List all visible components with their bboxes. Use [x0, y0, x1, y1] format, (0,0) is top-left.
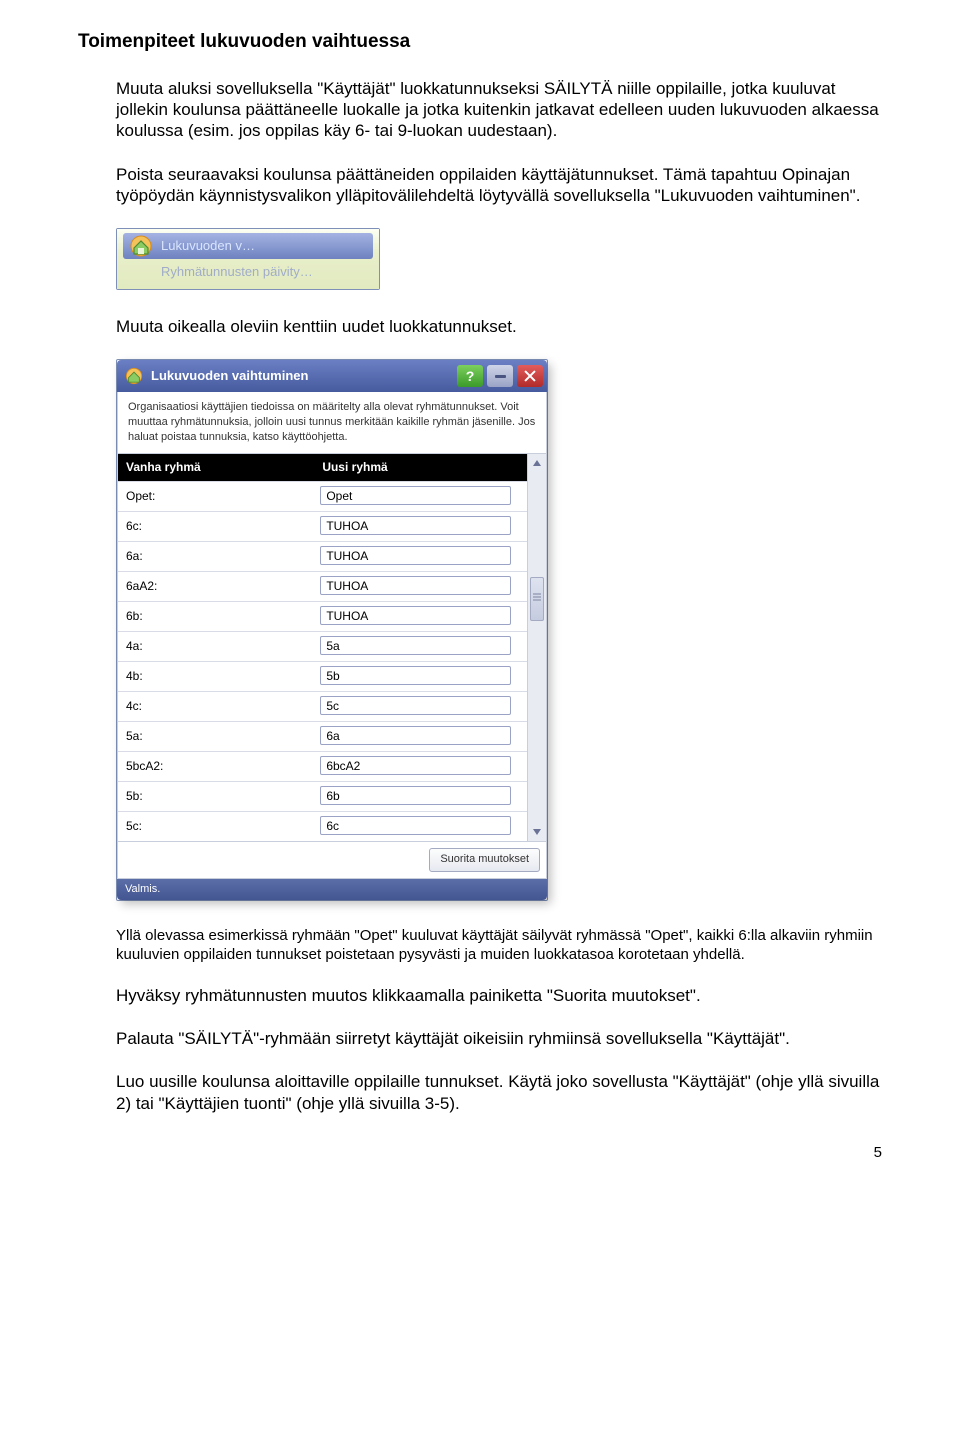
new-group-cell: TUHOA [314, 602, 527, 631]
paragraph-example: Yllä olevassa esimerkissä ryhmään "Opet"… [116, 927, 882, 965]
old-group-cell: 6aA2: [118, 572, 314, 601]
table-row: 4a: 5a [118, 631, 527, 661]
dialog-action-bar: Suorita muutokset [117, 842, 547, 879]
launcher-item-label: Lukuvuoden v… [161, 238, 255, 254]
paragraph-intro-1: Muuta aluksi sovelluksella "Käyttäjät" l… [116, 78, 882, 142]
dialog-statusbar: Valmis. [117, 879, 547, 901]
table-row: 6aA2: TUHOA [118, 571, 527, 601]
new-group-cell: Opet [314, 482, 527, 511]
old-group-cell: 5b: [118, 782, 314, 811]
execute-changes-button[interactable]: Suorita muutokset [429, 848, 540, 872]
paragraph-mid: Muuta oikealla oleviin kenttiin uudet lu… [116, 316, 882, 337]
paragraph-accept: Hyväksy ryhmätunnusten muutos klikkaamal… [116, 985, 882, 1006]
new-group-input[interactable]: TUHOA [320, 516, 511, 535]
scroll-thumb[interactable] [530, 577, 544, 621]
paragraph-restore: Palauta "SÄILYTÄ"-ryhmään siirretyt käyt… [116, 1028, 882, 1049]
new-group-input[interactable]: 5b [320, 666, 511, 685]
dialog-title: Lukuvuoden vaihtuminen [151, 368, 308, 384]
paragraph-intro-2: Poista seuraavaksi koulunsa päättäneiden… [116, 164, 882, 207]
new-group-input[interactable]: 6a [320, 726, 511, 745]
new-group-cell: TUHOA [314, 542, 527, 571]
table-row: 5bcA2: 6bcA2 [118, 751, 527, 781]
new-group-input[interactable]: 5a [320, 636, 511, 655]
table-row: 4b: 5b [118, 661, 527, 691]
close-icon [524, 370, 536, 382]
new-group-cell: 5c [314, 692, 527, 721]
launcher-item-ryhmatunnusten[interactable]: Ryhmätunnusten päivity… [123, 259, 373, 285]
group-table: Vanha ryhmä Uusi ryhmä Opet: Opet 6c: TUHOA… [117, 454, 528, 842]
minimize-button[interactable] [487, 365, 513, 387]
new-group-cell: TUHOA [314, 512, 527, 541]
home-icon [127, 234, 155, 258]
scroll-track[interactable] [530, 472, 544, 823]
new-group-cell: 5b [314, 662, 527, 691]
table-row: 5b: 6b [118, 781, 527, 811]
column-header-old: Vanha ryhmä [118, 454, 314, 481]
launcher-item-label: Ryhmätunnusten päivity… [161, 264, 313, 280]
scroll-down-icon[interactable] [530, 825, 544, 839]
close-button[interactable] [517, 365, 543, 387]
dialog-screenshot: Lukuvuoden vaihtuminen ? Organisaatiosi … [116, 359, 548, 901]
old-group-cell: 5c: [118, 812, 314, 841]
dialog-description: Organisaatiosi käyttäjien tiedoissa on m… [117, 392, 547, 454]
home-icon [123, 365, 145, 387]
new-group-cell: 5a [314, 632, 527, 661]
scrollbar[interactable] [528, 454, 547, 842]
new-group-cell: 6b [314, 782, 527, 811]
new-group-input[interactable]: TUHOA [320, 606, 511, 625]
old-group-cell: 6a: [118, 542, 314, 571]
launcher-item-lukuvuoden[interactable]: Lukuvuoden v… [123, 233, 373, 259]
new-group-cell: 6c [314, 812, 527, 841]
old-group-cell: 6b: [118, 602, 314, 631]
table-row: 6b: TUHOA [118, 601, 527, 631]
old-group-cell: 4b: [118, 662, 314, 691]
dialog-titlebar[interactable]: Lukuvuoden vaihtuminen ? [117, 360, 547, 392]
help-button[interactable]: ? [457, 365, 483, 387]
old-group-cell: Opet: [118, 482, 314, 511]
new-group-cell: TUHOA [314, 572, 527, 601]
scroll-up-icon[interactable] [530, 456, 544, 470]
new-group-input[interactable]: TUHOA [320, 546, 511, 565]
table-row: 4c: 5c [118, 691, 527, 721]
page-number: 5 [78, 1144, 882, 1163]
table-row: 6c: TUHOA [118, 511, 527, 541]
old-group-cell: 5a: [118, 722, 314, 751]
column-header-new: Uusi ryhmä [314, 454, 527, 481]
old-group-cell: 4c: [118, 692, 314, 721]
new-group-input[interactable]: 5c [320, 696, 511, 715]
new-group-input[interactable]: TUHOA [320, 576, 511, 595]
old-group-cell: 5bcA2: [118, 752, 314, 781]
new-group-input[interactable]: 6c [320, 816, 511, 835]
table-row: 5c: 6c [118, 811, 527, 841]
launcher-screenshot: Lukuvuoden v… Ryhmätunnusten päivity… [116, 228, 380, 290]
table-header: Vanha ryhmä Uusi ryhmä [118, 454, 527, 481]
paragraph-create: Luo uusille koulunsa aloittaville oppila… [116, 1071, 882, 1114]
old-group-cell: 4a: [118, 632, 314, 661]
minimize-icon [495, 375, 506, 378]
new-group-cell: 6a [314, 722, 527, 751]
new-group-input[interactable]: 6b [320, 786, 511, 805]
new-group-input[interactable]: Opet [320, 486, 511, 505]
page-heading: Toimenpiteet lukuvuoden vaihtuessa [78, 30, 882, 54]
table-row: 5a: 6a [118, 721, 527, 751]
table-row: Opet: Opet [118, 481, 527, 511]
new-group-cell: 6bcA2 [314, 752, 527, 781]
table-row: 6a: TUHOA [118, 541, 527, 571]
old-group-cell: 6c: [118, 512, 314, 541]
new-group-input[interactable]: 6bcA2 [320, 756, 511, 775]
